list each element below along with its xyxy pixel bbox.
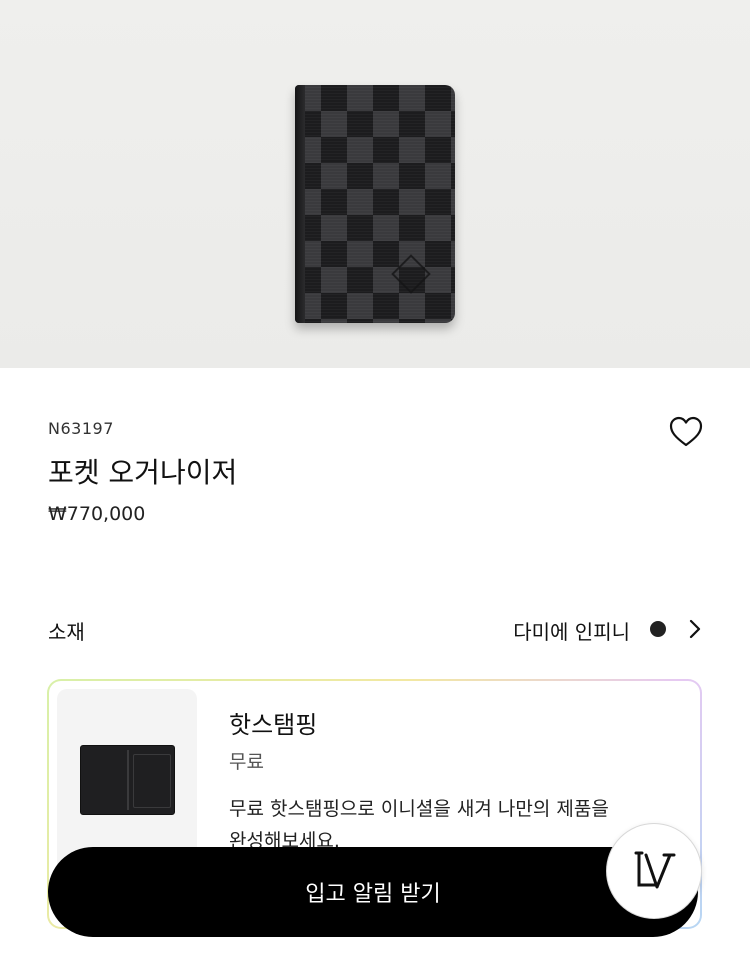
lv-logo-icon[interactable] [606,823,702,919]
material-selector[interactable]: 소재 다미에 인피니 [48,612,704,646]
material-value: 다미에 인피니 [513,620,630,644]
product-image-area[interactable] [0,0,750,368]
material-swatch [650,621,666,637]
wallet-emblem [391,254,431,294]
product-title: 포켓 오거나이저 [48,456,238,489]
restock-notify-button[interactable]: 입고 알림 받기 [48,847,698,937]
restock-notify-label: 입고 알림 받기 [305,882,441,907]
product-image-wallet [295,85,455,323]
material-label: 소재 [48,620,85,644]
wallet-spine [295,85,305,323]
hot-stamping-title: 핫스탬핑 [229,711,318,739]
thumbnail-open-wallet [80,745,175,815]
lv-monogram-glyph [634,851,676,889]
product-price: ₩770,000 [48,503,146,525]
chevron-right-icon[interactable] [686,616,704,642]
heart-icon[interactable] [668,414,704,450]
product-sku: N63197 [48,419,114,438]
hot-stamping-price: 무료 [229,751,264,773]
